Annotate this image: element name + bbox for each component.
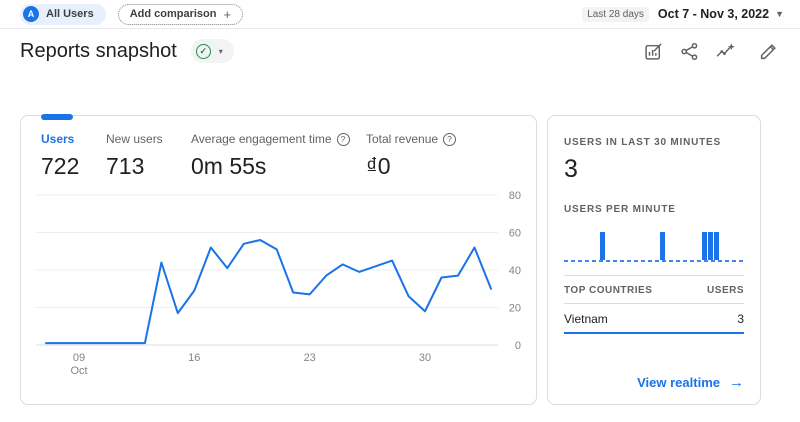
users-per-minute-label: USERS PER MINUTE xyxy=(564,204,676,215)
y-tick-label: 80 xyxy=(509,190,521,202)
users-per-minute-bar xyxy=(659,232,665,260)
date-range-label: Oct 7 - Nov 3, 2022 xyxy=(657,7,770,21)
add-comparison-label: Add comparison xyxy=(129,8,217,20)
users-trend-line xyxy=(45,239,492,345)
view-realtime-link[interactable]: View realtime → xyxy=(637,374,744,391)
users-last-30min-label: USERS IN LAST 30 MINUTES xyxy=(564,137,721,148)
all-users-label: All Users xyxy=(46,8,94,20)
all-users-chip[interactable]: A All Users xyxy=(20,3,106,25)
top-countries-table: TOP COUNTRIES USERS Vietnam 3 xyxy=(564,275,744,334)
users-overview-card: Users 722 New users 713 Average engageme… xyxy=(20,114,537,405)
caret-down-icon: ▼ xyxy=(775,9,784,19)
date-range-badge: Last 28 days xyxy=(582,6,649,22)
header-actions xyxy=(644,42,778,61)
country-users: 3 xyxy=(737,312,744,326)
users-per-minute-bar xyxy=(600,232,605,260)
users-per-minute-bar xyxy=(702,232,707,260)
top-countries-header: TOP COUNTRIES xyxy=(564,285,653,296)
report-header: Reports snapshot ✓ ▾ xyxy=(0,29,800,73)
users-per-minute-bar xyxy=(708,232,713,260)
audience-avatar: A xyxy=(23,6,39,22)
report-status-dropdown[interactable]: ✓ ▾ xyxy=(190,39,234,63)
customize-report-icon[interactable] xyxy=(644,42,663,61)
date-range-selector[interactable]: Last 28 days Oct 7 - Nov 3, 2022 ▼ xyxy=(582,6,784,22)
realtime-card: USERS IN LAST 30 MINUTES 3 USERS PER MIN… xyxy=(547,115,761,405)
insights-icon[interactable] xyxy=(716,42,735,61)
y-tick-label: 20 xyxy=(509,303,521,315)
caret-down-icon: ▾ xyxy=(218,46,223,56)
add-comparison-button[interactable]: Add comparison + xyxy=(117,3,244,25)
y-tick-label: 40 xyxy=(509,265,521,277)
verified-check-icon: ✓ xyxy=(195,43,211,59)
users-per-minute-bar xyxy=(713,232,719,260)
share-icon[interactable] xyxy=(680,42,699,61)
y-tick-label: 0 xyxy=(515,340,521,352)
plus-icon: + xyxy=(223,6,232,22)
users-trend-chart: 0 20 40 60 80 09Oct 16 23 30 xyxy=(36,190,521,377)
users-per-minute-chart xyxy=(564,226,744,262)
x-tick-sublabel: Oct xyxy=(70,365,87,377)
x-tick-label: 30 xyxy=(419,352,431,364)
edit-icon[interactable] xyxy=(759,42,778,61)
users-header: USERS xyxy=(707,285,744,296)
country-name: Vietnam xyxy=(564,312,608,326)
minute-chart-baseline xyxy=(564,260,744,262)
y-tick-label: 60 xyxy=(509,228,521,240)
page-title: Reports snapshot xyxy=(20,39,177,62)
country-row: Vietnam 3 xyxy=(564,304,744,334)
x-tick-label: 09 xyxy=(73,352,85,364)
x-tick-label: 16 xyxy=(188,352,200,364)
view-realtime-label: View realtime xyxy=(637,375,720,390)
comparison-bar: A All Users Add comparison + Last 28 day… xyxy=(0,0,800,29)
arrow-right-icon: → xyxy=(729,374,744,391)
users-last-30min-value: 3 xyxy=(564,155,578,183)
x-tick-label: 23 xyxy=(304,352,316,364)
